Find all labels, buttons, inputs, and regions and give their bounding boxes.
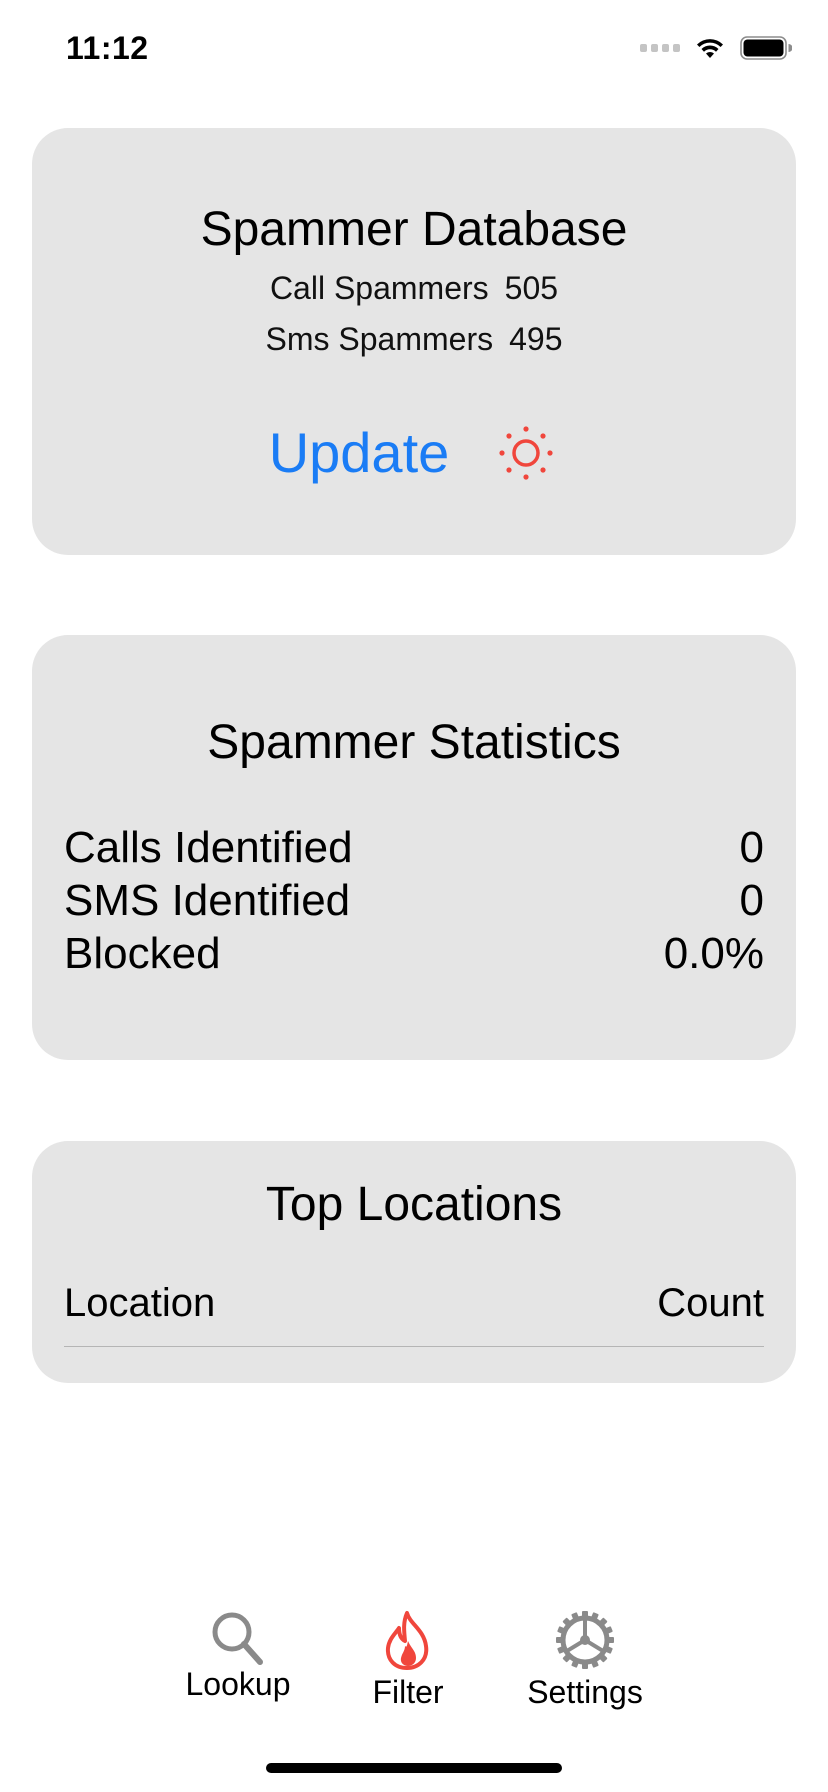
locations-table-header: Location Count — [64, 1281, 764, 1326]
stat-value: 0.0% — [663, 929, 764, 978]
stat-label: Calls Identified — [64, 823, 353, 872]
cellular-signal-icon — [640, 44, 680, 52]
tab-filter[interactable]: Filter — [348, 1610, 468, 1711]
tab-lookup[interactable]: Lookup — [178, 1610, 298, 1703]
database-title: Spammer Database — [200, 203, 628, 256]
status-indicators — [640, 36, 792, 60]
call-spammers-label: Call Spammers — [269, 270, 489, 306]
table-divider — [64, 1346, 764, 1347]
stat-value: 0 — [739, 876, 764, 925]
top-locations-card: Top Locations Location Count — [32, 1141, 796, 1383]
statistics-title: Spammer Statistics — [207, 716, 621, 769]
home-indicator[interactable] — [266, 1763, 562, 1773]
stat-row-sms-identified: SMS Identified 0 — [64, 876, 764, 926]
tab-label: Lookup — [185, 1666, 291, 1702]
stat-label: SMS Identified — [64, 876, 351, 925]
spammer-database-card: Spammer Database Call Spammers 505 Sms Sp… — [32, 128, 796, 555]
gear-icon — [554, 1610, 616, 1670]
update-button[interactable]: Update — [269, 420, 450, 485]
status-bar: 11:12 — [0, 0, 828, 100]
call-spammers-count: 505 — [504, 270, 559, 306]
stat-label: Blocked — [64, 929, 221, 978]
spammer-statistics-card: Spammer Statistics Calls Identified 0 SM… — [32, 635, 796, 1060]
tab-label: Settings — [527, 1674, 643, 1710]
column-header-location: Location — [64, 1281, 216, 1325]
stat-value: 0 — [739, 823, 764, 872]
wifi-icon — [694, 36, 726, 60]
flame-icon — [380, 1610, 436, 1670]
tab-bar: Lookup Filter Settings — [0, 1610, 828, 1730]
magnifier-icon — [208, 1610, 268, 1666]
sms-spammers-row: Sms Spammers 495 — [32, 321, 796, 358]
update-row: Update — [32, 420, 796, 485]
column-header-count: Count — [657, 1281, 764, 1325]
locations-title: Top Locations — [265, 1178, 563, 1231]
sms-spammers-count: 495 — [509, 321, 563, 357]
tab-settings[interactable]: Settings — [514, 1610, 656, 1711]
sun-icon — [497, 424, 555, 482]
screen: 11:12 Spammer Database Call Spammers 505… — [0, 0, 828, 1792]
stat-row-calls-identified: Calls Identified 0 — [64, 823, 764, 873]
status-time: 11:12 — [66, 30, 149, 66]
call-spammers-row: Call Spammers 505 — [32, 270, 796, 307]
tab-label: Filter — [372, 1674, 444, 1710]
stat-row-blocked: Blocked 0.0% — [64, 929, 764, 979]
sms-spammers-label: Sms Spammers — [265, 321, 494, 357]
battery-icon — [740, 36, 792, 60]
